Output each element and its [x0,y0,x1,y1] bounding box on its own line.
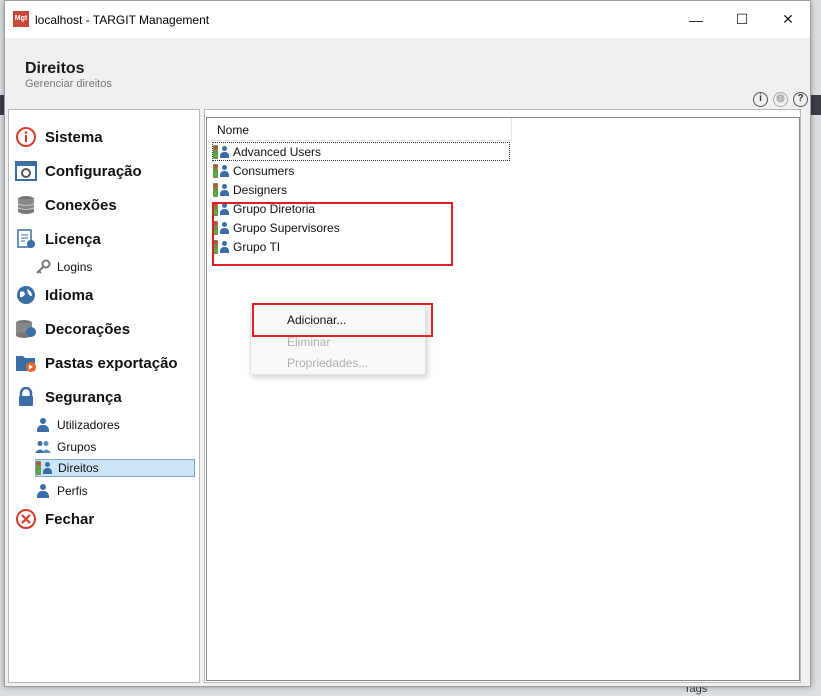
nav-item-idioma[interactable]: Idioma [15,284,93,306]
list-item-label: Consumers [233,163,295,178]
nav-label: Logins [57,260,93,274]
nav-item-logins[interactable]: Logins [35,259,92,275]
profile-icon [35,483,51,499]
list-item[interactable]: Advanced Users [212,142,510,161]
key-icon [35,259,51,275]
minimize-button[interactable]: — [673,1,719,38]
nav-label: Sistema [45,128,103,146]
nav-item-licenca[interactable]: Licença [15,228,101,250]
highlight-box-adicionar [252,303,433,337]
app-icon: Mgt [13,11,29,27]
close-button[interactable]: ✕ [765,1,811,38]
nav-label: Idioma [45,286,94,304]
folder-export-icon [15,352,37,374]
nav-label: Segurança [45,388,122,406]
nav-label: Configuração [45,162,142,180]
close-circle-icon [15,508,37,530]
nav-label: Direitos [58,461,99,475]
nav-label: Grupos [57,440,97,454]
nav-label: Conexões [45,196,117,214]
group-rights-icon [213,144,231,159]
page-header: Direitos Gerenciar direitos i ◍ ? [5,38,810,108]
page-title: Direitos [25,60,85,77]
nav-label: Licença [45,230,101,248]
nav-item-seguranca[interactable]: Segurança [15,386,122,408]
database-icon [15,194,37,216]
globe-icon[interactable]: ◍ [773,92,788,107]
nav-item-sistema[interactable]: Sistema [15,126,103,148]
group-rights-icon [213,182,231,197]
nav-label: Decorações [45,320,131,338]
maximize-button[interactable]: ☐ [719,1,765,38]
decorations-icon [15,318,37,340]
nav-label: Utilizadores [57,418,120,432]
help-icon[interactable]: ? [793,92,808,107]
nav-item-pastas[interactable]: Pastas exportação [15,352,178,374]
menu-item-eliminar[interactable]: Eliminar [287,335,330,349]
list-item[interactable]: Designers [213,181,287,198]
nav-item-conexoes[interactable]: Conexões [15,194,117,216]
nav-item-grupos[interactable]: Grupos [35,439,96,455]
page-subtitle: Gerenciar direitos [25,78,112,90]
nav-label: Perfis [57,484,88,498]
highlight-box-groups [212,202,453,266]
lock-icon [15,386,37,408]
group-icon [35,439,51,455]
rights-icon [36,460,52,476]
list-item[interactable]: Consumers [213,162,294,179]
nav-label: Pastas exportação [45,354,178,372]
nav-item-direitos[interactable]: Direitos [35,459,195,477]
nav-label: Fechar [45,510,95,528]
nav-item-fechar[interactable]: Fechar [15,508,94,530]
license-icon [15,228,37,250]
window-title: localhost - TARGIT Management [35,13,210,27]
nav-item-configuracao[interactable]: Configuração [15,160,142,182]
nav-item-utilizadores[interactable]: Utilizadores [35,417,120,433]
settings-window-icon [15,160,37,182]
column-header-nome[interactable]: Nome [211,118,512,141]
nav-item-decoracoes[interactable]: Decorações [15,318,130,340]
user-icon [35,417,51,433]
group-rights-icon [213,163,231,178]
menu-item-propriedades[interactable]: Propriedades... [287,356,368,370]
title-bar: Mgt localhost - TARGIT Management — ☐ ✕ [5,1,810,38]
globe-icon [15,284,37,306]
list-item-label: Advanced Users [233,144,322,159]
column-header-label: Nome [217,123,250,137]
info-icon[interactable]: i [753,92,768,107]
info-icon [15,126,37,148]
list-item-label: Designers [233,182,288,197]
nav-item-perfis[interactable]: Perfis [35,483,88,499]
